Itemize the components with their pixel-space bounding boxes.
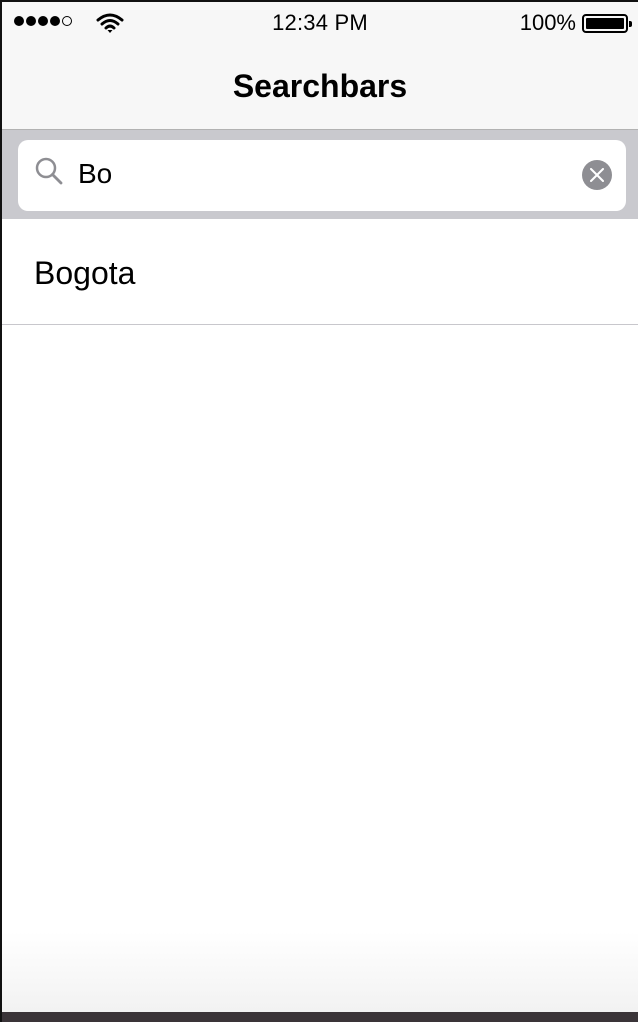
clear-search-button[interactable] (582, 160, 612, 190)
search-results-list: Bogota (2, 219, 638, 325)
bottom-fade (2, 932, 638, 1012)
list-item[interactable]: Bogota (2, 219, 638, 325)
search-icon (35, 157, 63, 185)
search-input-value[interactable]: Bo (78, 158, 112, 190)
bottom-edge (2, 1012, 638, 1022)
clear-icon (590, 168, 604, 182)
status-bar: 12:34 PM 100% (2, 2, 638, 44)
search-input[interactable]: Bo (18, 140, 626, 211)
phone-screen: 12:34 PM 100% Searchbars Bo Bogota (0, 0, 638, 1022)
page-title: Searchbars (232, 68, 408, 104)
battery-percent: 100% (519, 10, 576, 35)
battery-icon (582, 14, 632, 33)
navigation-bar: Searchbars (2, 44, 638, 130)
search-bar: Bo (2, 130, 638, 219)
list-item-label: Bogota (34, 255, 136, 291)
